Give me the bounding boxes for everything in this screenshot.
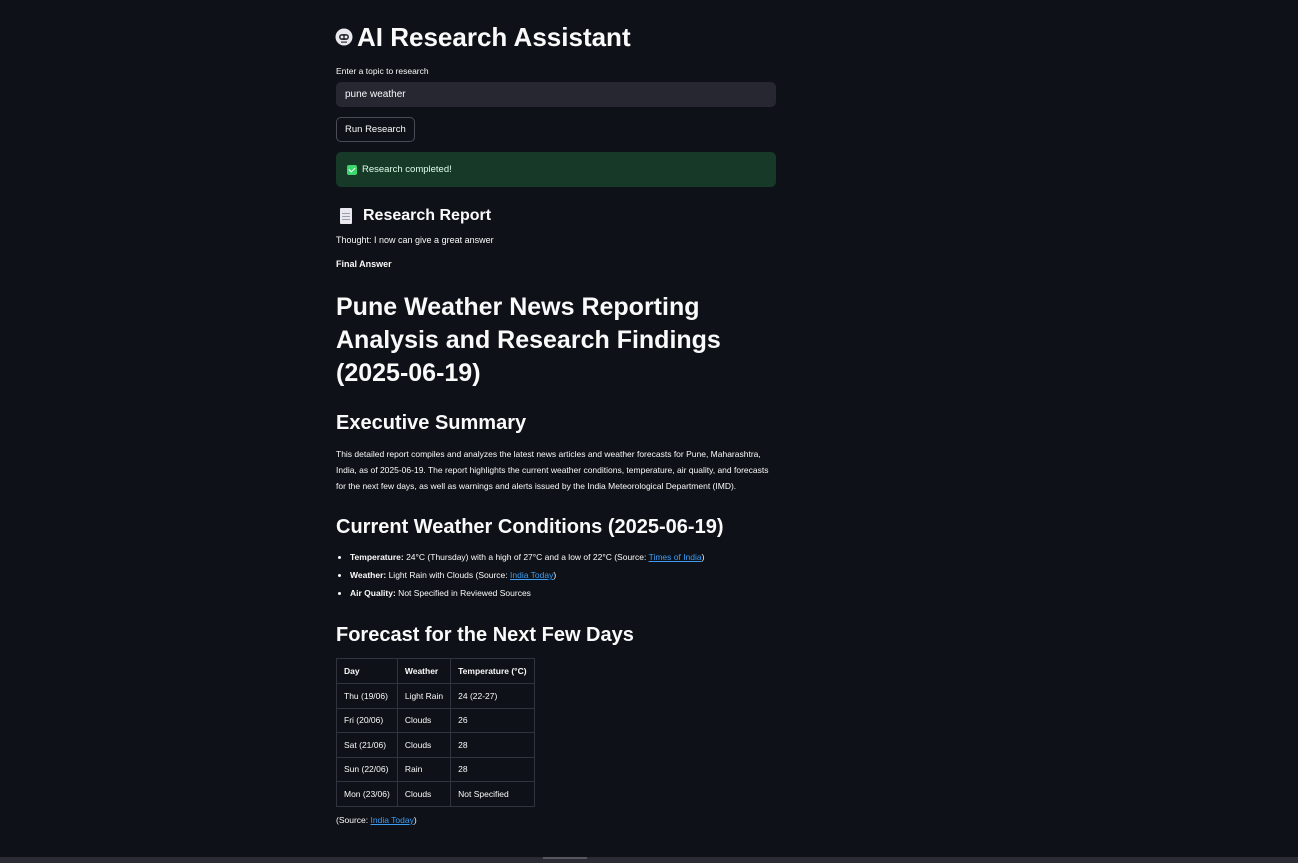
table-cell: Light Rain: [396, 683, 452, 709]
page-title: AI Research Assistant: [334, 18, 776, 56]
table-row: Sun (22/06) Rain 28: [336, 756, 535, 782]
table-row: Fri (20/06) Clouds 26: [336, 707, 535, 733]
current-conditions-heading: Current Weather Conditions (2025-06-19): [336, 516, 724, 538]
app-page: AI Research Assistant Enter a topic to r…: [0, 0, 1298, 863]
table-cell: 26: [450, 707, 535, 733]
list-item-suffix: ): [701, 552, 705, 562]
executive-summary-text: This detailed report compiles and analyz…: [336, 449, 769, 491]
source-suffix: ): [413, 814, 417, 825]
times-of-india-link[interactable]: Times of India: [649, 552, 702, 562]
table-cell: Sun (22/06): [336, 756, 398, 782]
table-header-row: Day Weather Temperature (°C): [336, 658, 535, 684]
report-heading-text: Research Report: [363, 207, 492, 224]
forecast-source: (Source: India Today): [336, 815, 776, 825]
current-conditions-list: Temperature: 24°C (Thursday) with a high…: [336, 548, 776, 602]
success-message: Research completed!: [362, 164, 452, 175]
list-item-text: 24°C (Thursday) with a high of 27°C and …: [403, 552, 649, 562]
table-cell: 28: [450, 756, 535, 782]
table-cell: Not Specified: [450, 781, 535, 807]
india-today-source-link[interactable]: India Today: [371, 815, 414, 825]
table-cell: Mon (23/06): [336, 781, 398, 807]
table-cell: Fri (20/06): [336, 707, 398, 733]
table-cell: Sat (21/06): [336, 732, 398, 758]
column-header-weather: Weather: [396, 658, 452, 684]
list-item-text: Light Rain with Clouds (Source:: [386, 570, 510, 580]
table-cell: Clouds: [396, 732, 452, 758]
table-cell: Clouds: [396, 781, 452, 807]
main-content: AI Research Assistant Enter a topic to r…: [334, 18, 776, 825]
list-item-label: Air Quality:: [350, 588, 396, 598]
india-today-link[interactable]: India Today: [510, 570, 553, 580]
table-cell: Thu (19/06): [336, 683, 398, 709]
table-row: Thu (19/06) Light Rain 24 (22-27): [336, 683, 535, 709]
list-item: Weather: Light Rain with Clouds (Source:…: [350, 566, 776, 584]
list-item-text: Not Specified in Reviewed Sources: [395, 588, 531, 598]
app-title-text: AI Research Assistant: [357, 21, 631, 52]
list-item: Air Quality: Not Specified in Reviewed S…: [350, 584, 776, 602]
list-item: Temperature: 24°C (Thursday) with a high…: [350, 548, 776, 566]
source-prefix: (Source:: [336, 814, 371, 825]
table-cell: Clouds: [396, 707, 452, 733]
table-row: Mon (23/06) Clouds Not Specified: [336, 781, 535, 807]
run-research-button[interactable]: Run Research: [336, 117, 415, 142]
list-item-suffix: ): [553, 570, 557, 580]
column-header-day: Day: [336, 658, 398, 684]
topic-input-label: Enter a topic to research: [336, 66, 429, 76]
table-cell: 28: [450, 732, 535, 758]
thought-text: Thought: I now can give a great answer: [336, 235, 494, 245]
list-item-label: Weather:: [350, 570, 387, 580]
success-alert: Research completed!: [336, 152, 776, 187]
check-box-icon: [347, 164, 357, 175]
forecast-table: Day Weather Temperature (°C) Thu (19/06)…: [336, 658, 535, 807]
table-row: Sat (21/06) Clouds 28: [336, 732, 535, 758]
report-heading: Research Report: [336, 205, 776, 227]
report-title: Pune Weather News Reporting Analysis and…: [336, 293, 721, 387]
document-icon: [340, 208, 352, 224]
scrollbar-thumb[interactable]: [543, 857, 587, 859]
horizontal-scrollbar[interactable]: [0, 857, 1298, 863]
robot-face-icon: [335, 28, 353, 46]
table-cell: 24 (22-27): [450, 683, 535, 709]
final-answer-label: Final Answer: [336, 259, 392, 269]
list-item-label: Temperature:: [350, 552, 404, 562]
executive-summary-heading: Executive Summary: [336, 412, 527, 434]
column-header-temperature: Temperature (°C): [450, 658, 535, 684]
forecast-heading: Forecast for the Next Few Days: [336, 624, 634, 646]
table-cell: Rain: [396, 756, 452, 782]
topic-input[interactable]: [336, 82, 776, 107]
